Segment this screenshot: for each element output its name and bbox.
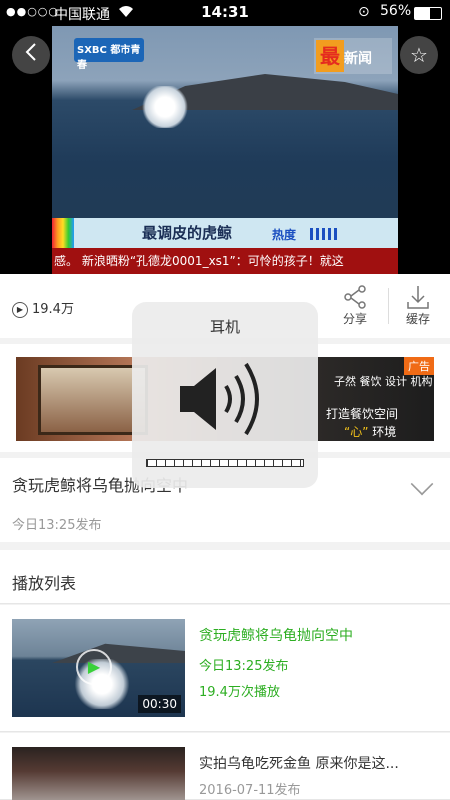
news-logo-mark: 最 [316,40,344,72]
share-button[interactable]: 分享 [330,284,380,327]
playlist-item-plays: 19.4万次播放 [199,685,280,700]
playlist-item[interactable]: 实拍乌龟吃死金鱼 原来你是这... 2016-07-11发布 [0,733,450,800]
rotation-lock-icon: ⊙ [358,4,370,20]
playlist-item-date: 2016-07-11发布 [199,783,301,798]
ad-tag: 广告 [404,357,434,375]
cache-button[interactable]: 缓存 [393,284,443,327]
chevron-left-icon [25,43,36,61]
news-ticker: 感。 新浪晒粉“孔德龙0001_xs1”：可怜的孩子！就这 [52,248,398,274]
banner-title: 最调皮的虎鲸 [142,224,233,242]
video-player[interactable]: SXBC 都市青春 最 新闻 最调皮的虎鲸 热度 感。 新浪晒粉“孔德龙0001… [0,26,450,274]
playlist-title: 播放列表 [12,574,77,593]
video-thumbnail: ▶ 00:30 [12,619,185,717]
ad-slogan-line1: 打造餐饮空间 [326,407,399,421]
ad-brand: 子然 餐饮 设计 机构 [334,375,433,388]
view-count: ▶ 19.4万 [12,298,74,318]
favorite-button[interactable]: ☆ [400,36,438,74]
volume-output-label: 耳机 [209,318,240,336]
playlist-header: 播放列表 [0,550,450,604]
status-bar: ●●○○○ 中国联通 14:31 ⊙ 56% [0,0,450,26]
banner-hot-label: 热度 [272,228,297,242]
playlist-item-title: 实拍乌龟吃死金鱼 原来你是这... [199,756,399,772]
video-thumbnail [12,747,185,800]
playlist-item-title: 贪玩虎鲸将乌龟抛向空中 [199,628,353,644]
share-icon [330,284,380,310]
volume-meter [146,459,304,467]
video-banner: 最调皮的虎鲸 热度 [52,218,398,248]
news-logo: 最 新闻 [314,38,392,74]
play-icon: ▶ [76,649,112,685]
ad-slogan-line2: “心” 环境 [344,425,397,439]
speaker-icon [180,362,259,436]
duration-badge: 00:30 [138,695,181,713]
chevron-down-icon[interactable] [410,472,434,496]
volume-hud: 耳机 [132,302,318,488]
signal-bars-icon [310,228,338,240]
playlist-item[interactable]: ▶ 00:30 贪玩虎鲸将乌龟抛向空中 今日13:25发布 19.4万次播放 [0,605,450,732]
channel-logo: SXBC 都市青春 [74,38,144,71]
download-icon [393,284,443,310]
back-button[interactable] [12,36,50,74]
star-icon: ☆ [410,43,428,67]
battery-percent: 56% [380,3,412,19]
play-count-icon: ▶ [12,301,28,318]
publish-date: 今日13:25发布 [12,518,102,533]
battery-icon [414,7,442,20]
playlist-item-date: 今日13:25发布 [199,659,289,674]
